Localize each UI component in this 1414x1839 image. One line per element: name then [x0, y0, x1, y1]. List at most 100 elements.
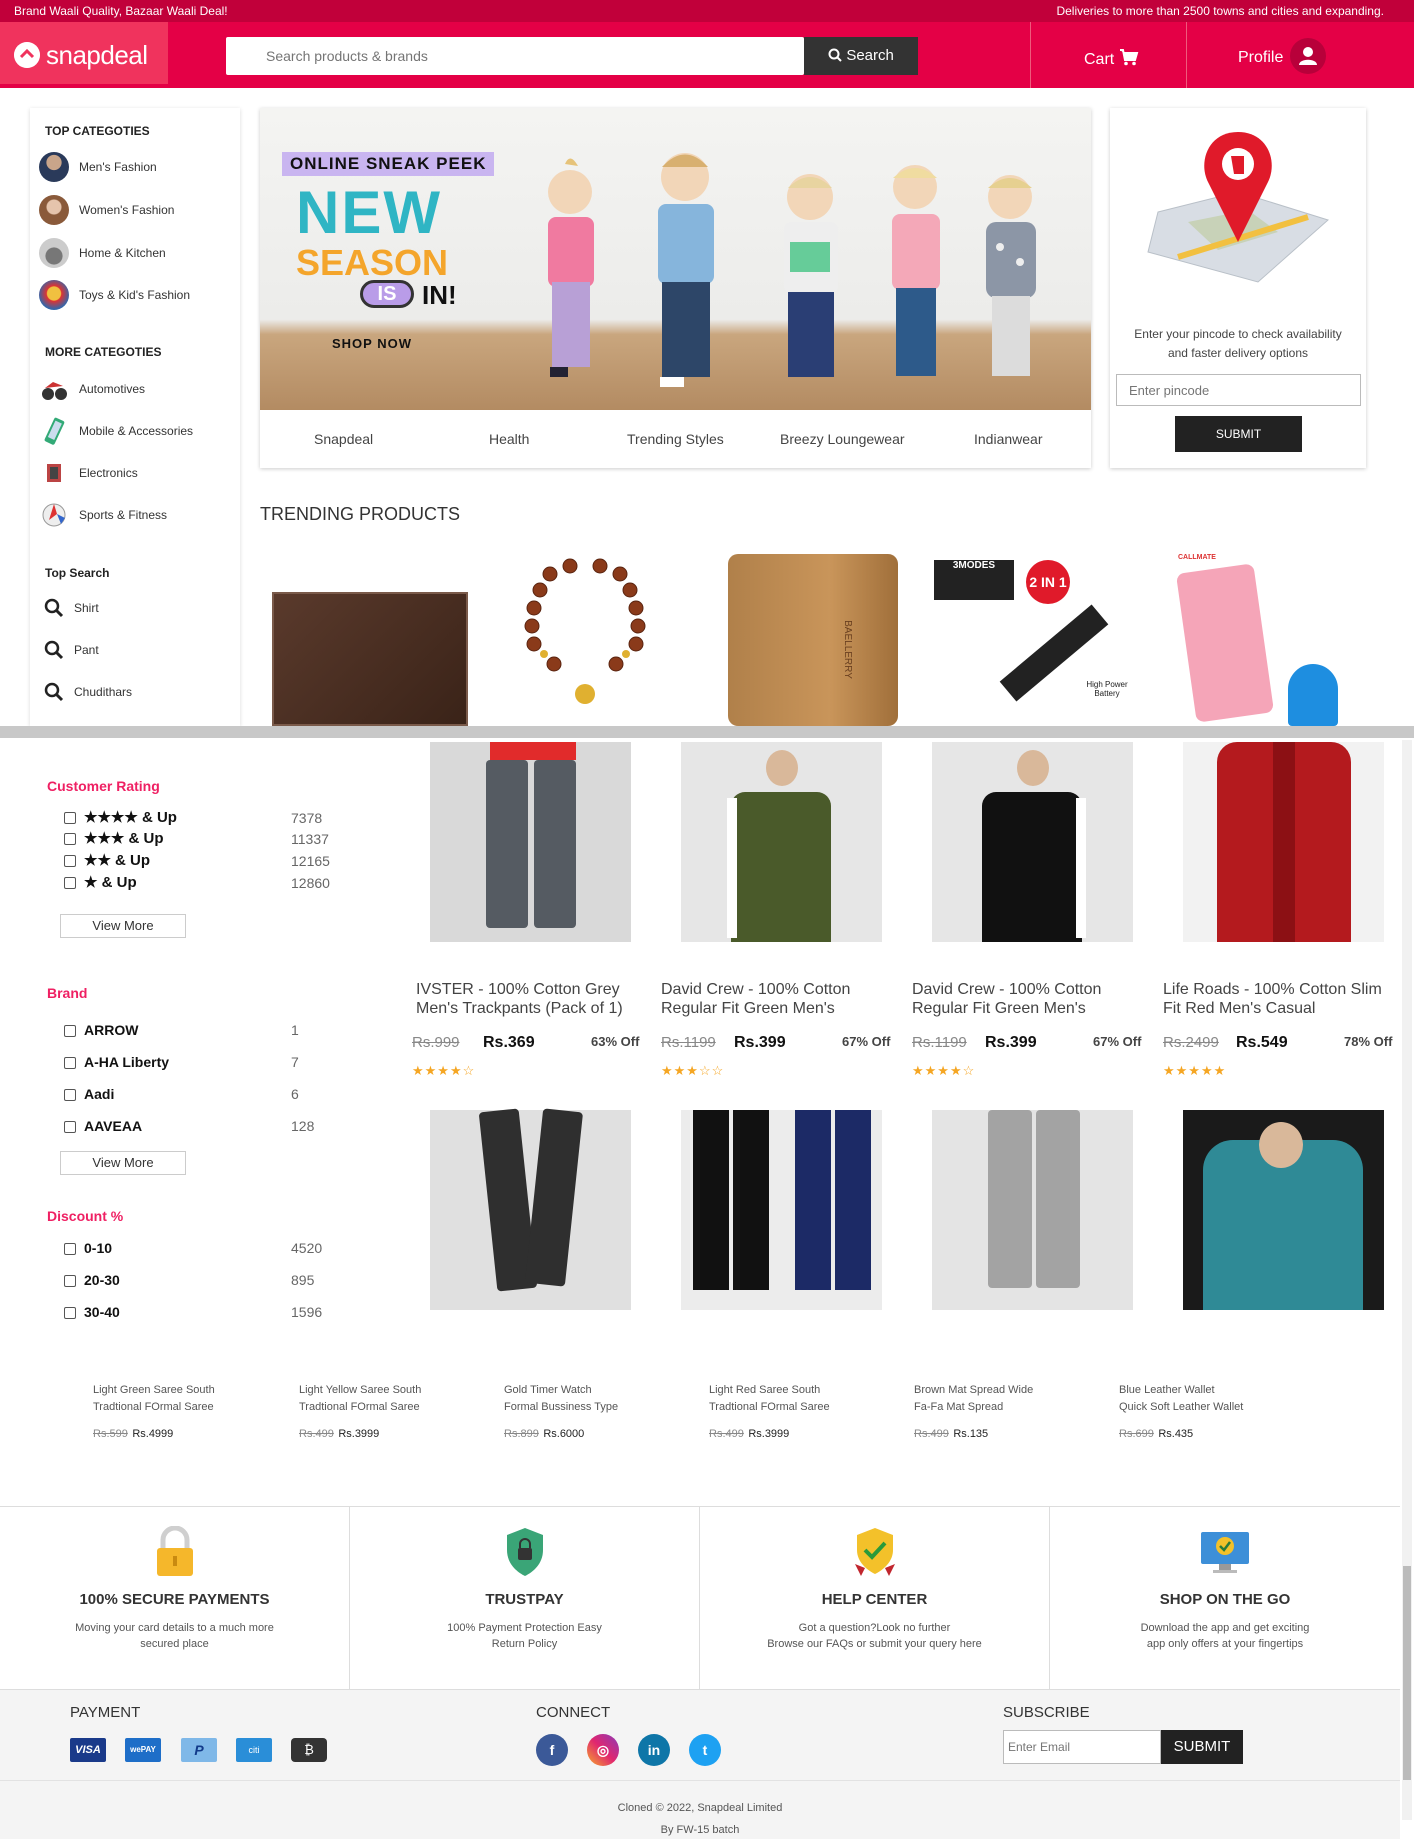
rating-view-more-button[interactable]: View More	[60, 914, 186, 938]
product-image[interactable]	[932, 1110, 1133, 1310]
tab-indianwear[interactable]: Indianwear	[974, 431, 1043, 447]
checkbox[interactable]	[64, 1025, 76, 1037]
automotive-icon	[42, 382, 67, 400]
profile-button[interactable]: Profile	[1238, 49, 1283, 67]
cart-label: Cart	[1084, 51, 1115, 68]
reco-item[interactable]: Light Red Saree South Tradtional FOrmal …	[709, 1382, 830, 1442]
product-title[interactable]: IVSTER - 100% Cotton Grey Men's Trackpan…	[416, 980, 641, 1018]
checkbox[interactable]	[64, 1121, 76, 1133]
feature-desc: app only offers at your fingertips	[1146, 1638, 1304, 1650]
twitter-icon[interactable]: t	[689, 1734, 721, 1766]
product-title-line: Life Roads - 100% Cotton Slim	[1163, 981, 1382, 998]
tab-snapdeal[interactable]: Snapdeal	[314, 431, 373, 447]
trouser-leg	[524, 1108, 584, 1287]
product-price: Rs.399	[985, 1034, 1037, 1051]
feature-desc: Download the app and get exciting	[1140, 1622, 1310, 1634]
rating-filter-option[interactable]: ★★ & Up 12165	[64, 851, 364, 871]
product-tile-torch[interactable]: 3MODES 2 IN 1 High Power Battery	[934, 560, 1134, 726]
feature-shop-on-the-go: SHOP ON THE GO Download the app and get …	[1050, 1506, 1400, 1690]
reco-item[interactable]: Gold Timer Watch Formal Bussiness Type R…	[504, 1382, 618, 1442]
torch-modes-text: 3MODES	[952, 560, 996, 571]
product-tile-purse[interactable]: BAELLERRY	[728, 554, 898, 726]
product-image[interactable]	[681, 1110, 882, 1310]
location-map-icon	[1147, 132, 1329, 283]
checkbox[interactable]	[64, 855, 76, 867]
logo[interactable]: snapdeal	[0, 22, 168, 84]
trouser-leg	[988, 1110, 1032, 1288]
brand-filter-option[interactable]: Aadi 6	[64, 1086, 364, 1106]
brand-view-more-button[interactable]: View More	[60, 1151, 186, 1175]
rating-filter-option[interactable]: ★★★ & Up 11337	[64, 829, 364, 849]
banner-is: IS	[360, 280, 414, 308]
hero-banner[interactable]: ONLINE SNEAK PEEK NEW SEASON IS IN! SHOP…	[260, 108, 1091, 410]
model-head	[1259, 1122, 1303, 1168]
reco-item[interactable]: Light Green Saree South Tradtional FOrma…	[93, 1382, 215, 1442]
brand-filter-option[interactable]: AAVEAA 128	[64, 1118, 364, 1138]
product-title[interactable]: Life Roads - 100% Cotton Slim Fit Red Me…	[1163, 980, 1388, 1018]
product-image[interactable]	[932, 742, 1133, 942]
rating-filter-count: 7378	[291, 810, 323, 826]
instagram-icon[interactable]: ◎	[587, 1734, 619, 1766]
facebook-icon[interactable]: f	[536, 1734, 568, 1766]
reco-mrp: Rs.499	[709, 1428, 744, 1440]
checkbox[interactable]	[64, 833, 76, 845]
rating-filter-option[interactable]: ★★★★ & Up 7378	[64, 808, 364, 828]
reco-item[interactable]: Light Yellow Saree South Tradtional FOrm…	[299, 1382, 421, 1442]
product-tile-wallet[interactable]	[272, 592, 468, 726]
cart-button[interactable]: Cart	[1084, 48, 1139, 69]
rating-filter-count: 11337	[291, 831, 329, 847]
brand-filter-option[interactable]: ARROW 1	[64, 1022, 364, 1042]
avatar[interactable]	[1290, 38, 1326, 74]
credits: By FW-15 batch	[660, 1824, 740, 1836]
checkbox[interactable]	[64, 1307, 76, 1319]
checkbox[interactable]	[64, 877, 76, 889]
profile-label: Profile	[1238, 49, 1284, 66]
reco-item[interactable]: Brown Mat Spread Wide Fa-Fa Mat Spread R…	[914, 1382, 1033, 1442]
search-icon	[828, 48, 842, 62]
discount-filter-option[interactable]: 20-30 895	[64, 1272, 364, 1292]
banner-shop-now[interactable]: SHOP NOW	[332, 336, 412, 351]
tab-breezy-loungewear[interactable]: Breezy Loungewear	[780, 431, 905, 447]
discount-filter-option[interactable]: 0-10 4520	[64, 1240, 364, 1260]
tab-health[interactable]: Health	[489, 431, 529, 447]
product-image[interactable]	[1183, 1110, 1384, 1310]
checkbox[interactable]	[64, 1275, 76, 1287]
reco-item[interactable]: Blue Leather Wallet Quick Soft Leather W…	[1119, 1382, 1243, 1442]
pincode-input[interactable]	[1117, 375, 1360, 405]
sidebar-item-label: Electronics	[79, 466, 138, 480]
shirt-shape	[490, 742, 576, 760]
reco-price: Rs.3999	[748, 1428, 790, 1440]
subscribe-button[interactable]: SUBMIT	[1161, 1730, 1243, 1764]
discount-filter-option[interactable]: 30-40 1596	[64, 1304, 364, 1320]
divider	[1030, 22, 1031, 88]
linkedin-icon[interactable]: in	[638, 1734, 670, 1766]
checkbox[interactable]	[64, 1089, 76, 1101]
product-image[interactable]	[430, 1108, 631, 1310]
torch-battery-label: High Power Battery	[1086, 680, 1128, 698]
brand-filter-option[interactable]: A-HA Liberty 7	[64, 1054, 364, 1074]
product-image[interactable]	[1183, 742, 1384, 942]
search-input[interactable]	[226, 37, 804, 75]
reco-price: Rs.435	[1158, 1428, 1194, 1440]
product-title[interactable]: David Crew - 100% Cotton Regular Fit Gre…	[912, 980, 1137, 1018]
search-button[interactable]: Search	[804, 37, 918, 75]
product-tile-rudraksha[interactable]	[510, 554, 660, 726]
sidebar-item-label: Mobile & Accessories	[79, 424, 194, 438]
brand-filter-count: 6	[291, 1086, 299, 1102]
pincode-submit-button[interactable]: SUBMIT	[1175, 416, 1302, 452]
product-title-line: Men's Trackpants (Pack of 1)	[416, 1000, 623, 1017]
trouser-leg	[534, 760, 576, 928]
feature-desc: Got a question?Look no further	[798, 1622, 951, 1634]
recommended-strip: Light Green Saree South Tradtional FOrma…	[84, 1320, 1316, 1466]
product-tile-powerbank[interactable]: CALLMATE	[1175, 554, 1348, 726]
rating-filter-option[interactable]: ★ & Up 12860	[64, 873, 364, 893]
product-image[interactable]	[681, 742, 882, 942]
checkbox[interactable]	[64, 812, 76, 824]
product-title[interactable]: David Crew - 100% Cotton Regular Fit Gre…	[661, 980, 886, 1018]
tab-trending-styles[interactable]: Trending Styles	[627, 431, 724, 447]
checkbox[interactable]	[64, 1057, 76, 1069]
product-image[interactable]	[430, 742, 631, 942]
email-input[interactable]	[1004, 1731, 1160, 1763]
checkbox[interactable]	[64, 1243, 76, 1255]
scrollbar-thumb[interactable]	[1403, 1566, 1411, 1780]
